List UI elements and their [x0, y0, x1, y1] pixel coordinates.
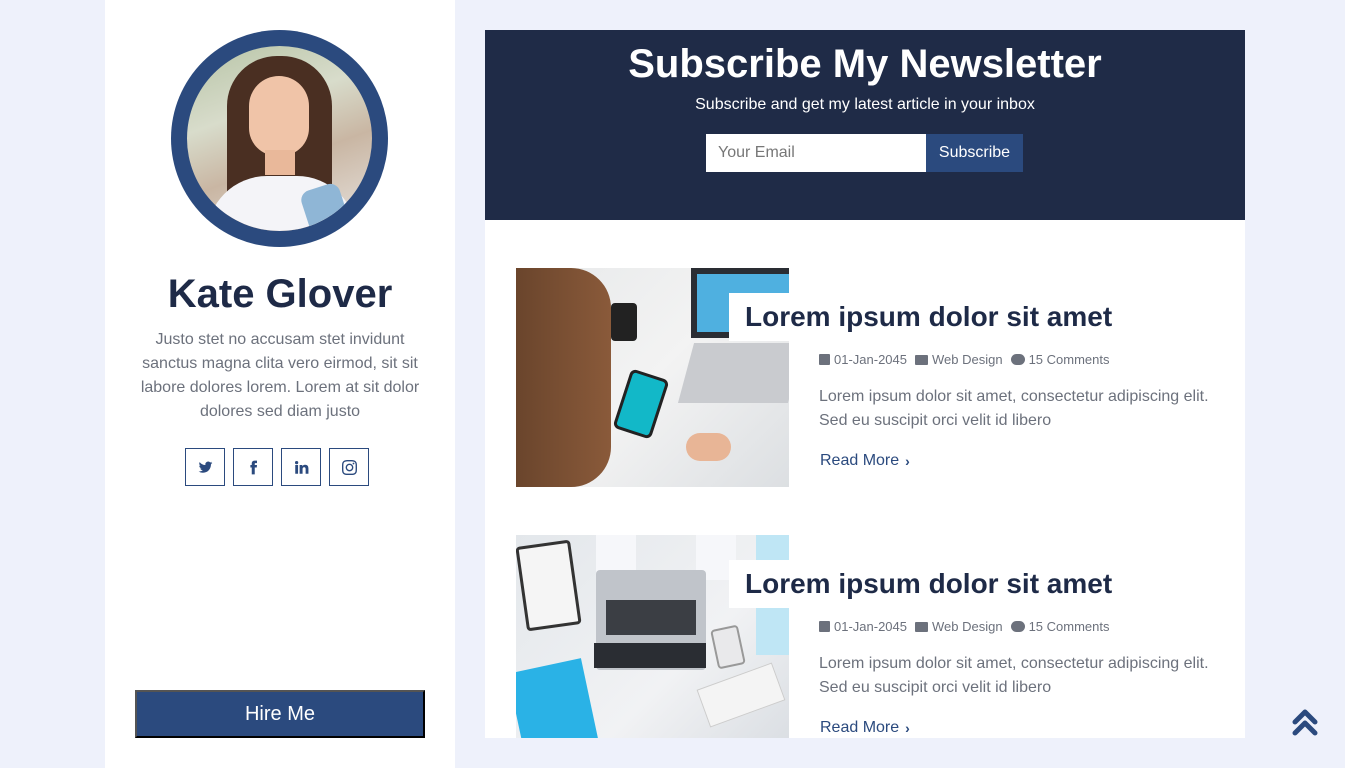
post-excerpt: Lorem ipsum dolor sit amet, consectetur …: [819, 655, 1209, 696]
instagram-icon[interactable]: [329, 448, 369, 486]
read-more-link[interactable]: Read More ›: [820, 719, 910, 737]
avatar: [187, 46, 372, 231]
post-date: 01-Jan-2045: [834, 619, 907, 634]
back-to-top-icon[interactable]: [1292, 708, 1318, 738]
post-title[interactable]: Lorem ipsum dolor sit amet: [729, 560, 1129, 608]
post-comments: 15 Comments: [1028, 352, 1110, 367]
twitter-icon[interactable]: [185, 448, 225, 486]
social-links: [185, 448, 369, 486]
calendar-icon: [819, 354, 830, 365]
facebook-icon[interactable]: [233, 448, 273, 486]
email-field[interactable]: [706, 134, 926, 172]
newsletter-section: Subscribe My Newsletter Subscribe and ge…: [485, 30, 1245, 220]
chevron-right-icon: ›: [905, 453, 910, 469]
post-meta: 01-Jan-2045 Web Design 15 Comments: [819, 352, 1118, 367]
post-comments: 15 Comments: [1028, 619, 1110, 634]
profile-bio: Justo stet no accusam stet invidunt sanc…: [140, 331, 420, 420]
profile-sidebar: Kate Glover Justo stet no accusam stet i…: [105, 0, 455, 768]
avatar-ring: [171, 30, 388, 247]
post-category: Web Design: [932, 352, 1003, 367]
post-meta: 01-Jan-2045 Web Design 15 Comments: [819, 619, 1118, 634]
post-title[interactable]: Lorem ipsum dolor sit amet: [729, 293, 1129, 341]
post-date: 01-Jan-2045: [834, 352, 907, 367]
profile-name: Kate Glover: [167, 272, 393, 316]
read-more-link[interactable]: Read More ›: [820, 452, 910, 470]
read-more-label: Read More: [820, 719, 900, 736]
post-excerpt: Lorem ipsum dolor sit amet, consectetur …: [819, 388, 1209, 429]
blog-post: Lorem ipsum dolor sit amet 01-Jan-2045 W…: [516, 535, 1216, 738]
read-more-label: Read More: [820, 452, 900, 469]
hire-me-button[interactable]: Hire Me: [135, 690, 425, 738]
folder-icon: [915, 621, 928, 632]
comments-icon: [1010, 354, 1025, 365]
newsletter-title: Subscribe My Newsletter: [628, 42, 1102, 86]
folder-icon: [915, 354, 928, 365]
post-category: Web Design: [932, 619, 1003, 634]
newsletter-form: Subscribe: [706, 134, 1023, 172]
calendar-icon: [819, 621, 830, 632]
blog-posts: Lorem ipsum dolor sit amet 01-Jan-2045 W…: [485, 220, 1245, 738]
chevron-right-icon: ›: [905, 720, 910, 736]
linkedin-icon[interactable]: [281, 448, 321, 486]
newsletter-subtitle: Subscribe and get my latest article in y…: [695, 96, 1035, 113]
subscribe-button[interactable]: Subscribe: [926, 134, 1023, 172]
blog-post: Lorem ipsum dolor sit amet 01-Jan-2045 W…: [516, 268, 1216, 487]
comments-icon: [1010, 621, 1025, 632]
